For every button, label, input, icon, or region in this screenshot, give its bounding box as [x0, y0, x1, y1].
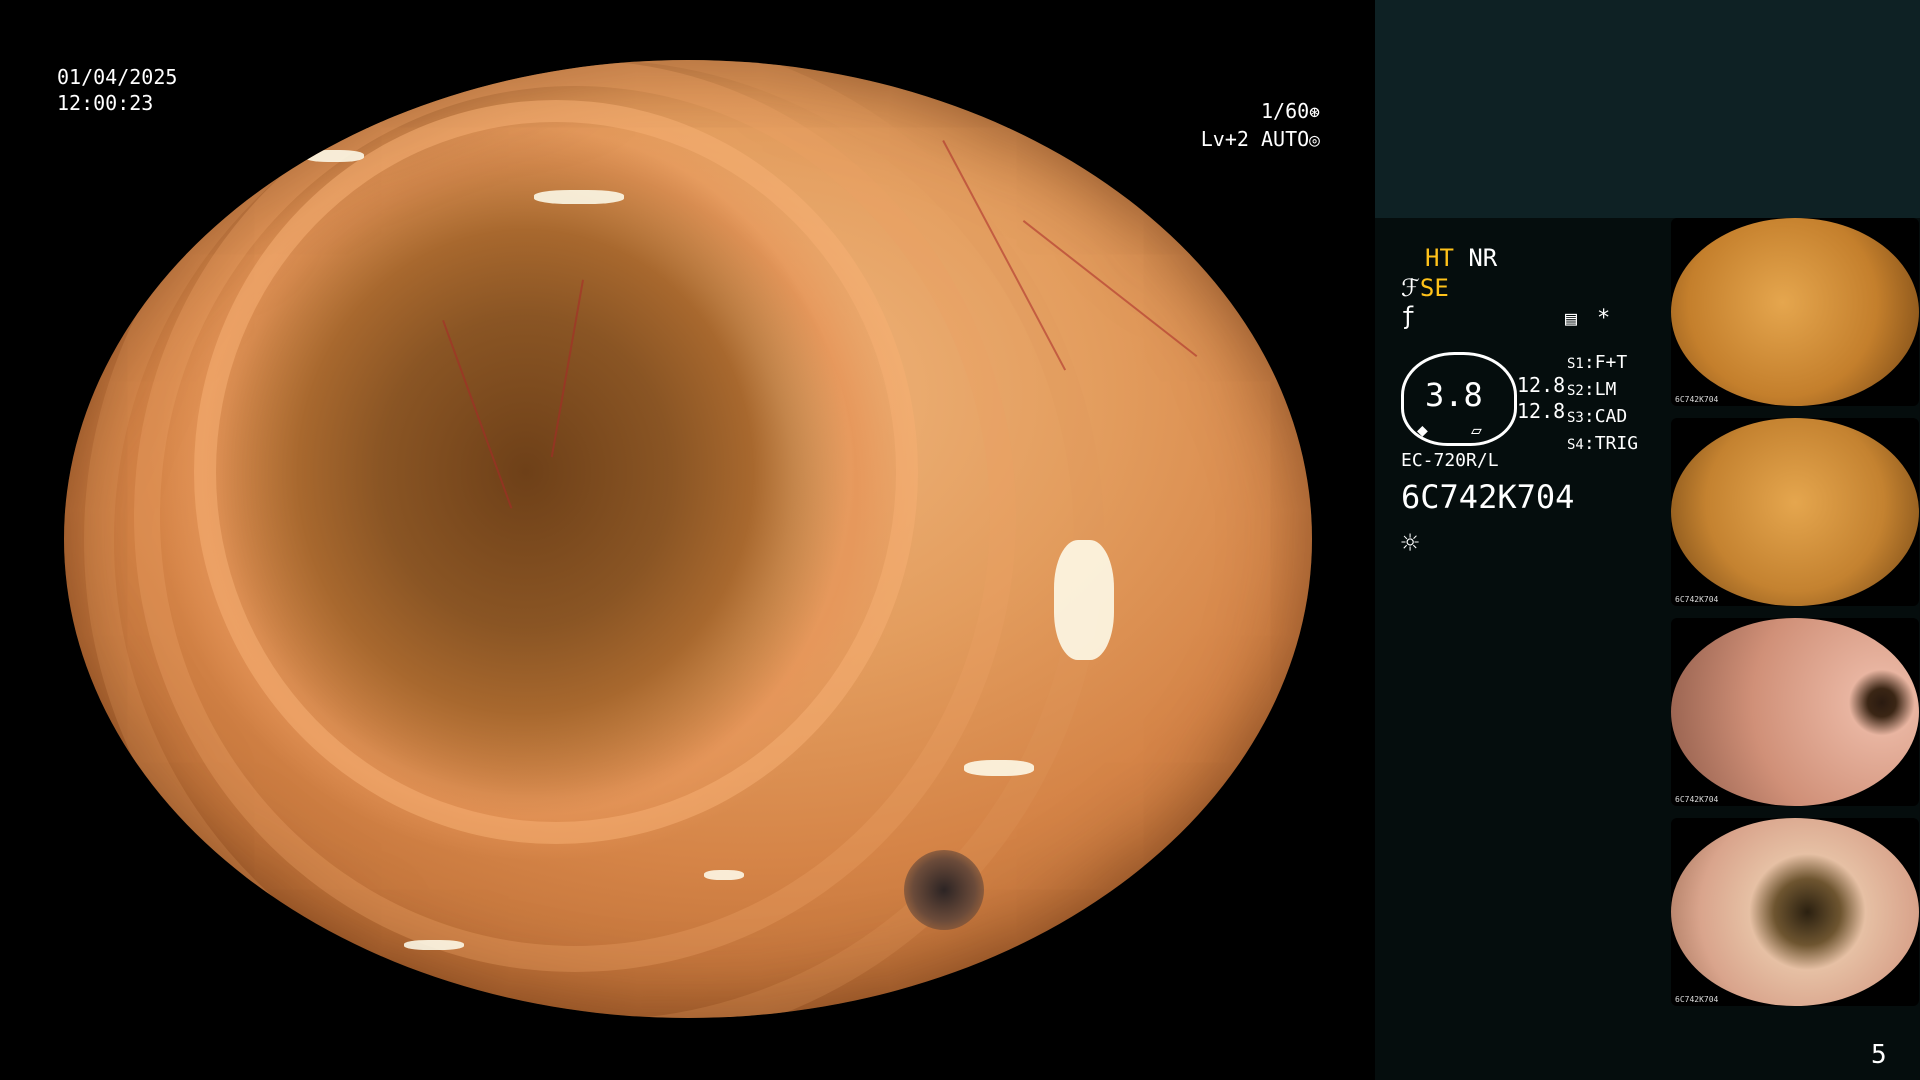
- sun-icon: ☼: [1401, 526, 1420, 561]
- switch-value: LM: [1594, 379, 1617, 400]
- specular-reflection: [304, 150, 364, 162]
- thumbnail-image: [1671, 418, 1919, 606]
- endoscope-live-view: 01/04/2025 12:00:23 1/60⊛ Lv+2 AUTO◎: [0, 0, 1375, 1080]
- specular-reflection: [964, 760, 1034, 776]
- date-time-display: 01/04/2025 12:00:23: [57, 64, 177, 116]
- thumbnail-1[interactable]: 6C742K704: [1671, 218, 1919, 406]
- specular-reflection: [404, 940, 464, 950]
- shutter-icon: ⊛: [1309, 102, 1320, 123]
- se-label: SE: [1419, 274, 1449, 302]
- ht-nr-row: HT NR: [1425, 244, 1497, 272]
- time-label: 12:00:23: [57, 91, 154, 115]
- gauge-readout-bottom: 12.8: [1517, 399, 1566, 423]
- thumbnail-caption: 6C742K704: [1675, 995, 1719, 1004]
- thumbnail-caption: 6C742K704: [1675, 795, 1719, 804]
- thumbnail-caption: 6C742K704: [1675, 595, 1719, 604]
- gauge-left-marker-icon: ◆: [1417, 420, 1428, 441]
- menu-icon: ▤: [1565, 306, 1578, 330]
- image-mask-bottom: [0, 1018, 1375, 1080]
- nr-label: NR: [1468, 244, 1498, 272]
- function-icon: ƒ: [1401, 302, 1416, 330]
- ht-label: HT: [1425, 244, 1454, 272]
- level-label: Lv+2: [1200, 127, 1249, 151]
- iris-icon: ◎: [1309, 130, 1320, 151]
- image-mask-top: [0, 0, 1375, 60]
- thumbnail-4[interactable]: 6C742K704: [1671, 818, 1919, 1006]
- page-number: 5: [1871, 1040, 1887, 1070]
- gauge-value: 3.8: [1425, 376, 1483, 414]
- shutter-label: 1/60: [1260, 99, 1310, 123]
- date-label: 01/04/2025: [57, 65, 178, 89]
- switch-value: TRIG: [1594, 433, 1639, 454]
- star-label: *: [1597, 306, 1611, 331]
- thumbnail-2[interactable]: 6C742K704: [1671, 418, 1919, 606]
- thumbnail-image: [1671, 818, 1919, 1006]
- mucosal-spot: [904, 850, 984, 930]
- specular-reflection: [1054, 540, 1114, 660]
- status-panel: HT NR ℱSE ƒ ▤ * 3.8 ◆ ▱ 12.8 12.8 S1:F+T…: [1375, 0, 1920, 1080]
- switch-key: S3: [1567, 410, 1584, 426]
- scope-serial: 6C742K704: [1401, 478, 1575, 516]
- thumbnail-caption: 6C742K704: [1675, 395, 1719, 404]
- structure-enhance-icon: ℱ: [1401, 274, 1420, 302]
- switch-key: S4: [1567, 437, 1584, 453]
- switch-value: F+T: [1594, 352, 1628, 373]
- se-row: ℱSE: [1401, 274, 1449, 302]
- auto-label: AUTO: [1260, 127, 1310, 151]
- gauge-readout-top: 12.8: [1517, 373, 1566, 397]
- gauge-readouts: 12.8 12.8: [1517, 372, 1565, 424]
- specular-reflection: [704, 870, 744, 880]
- exposure-display: 1/60⊛ Lv+2 AUTO◎: [1180, 98, 1320, 154]
- scope-model: EC-720R/L: [1401, 450, 1499, 471]
- endoscopic-image: [64, 60, 1312, 1018]
- status-panel-header: [1375, 0, 1920, 218]
- gauge-right-marker-icon: ▱: [1471, 420, 1482, 441]
- specular-reflection: [534, 190, 624, 204]
- thumbnail-image: [1671, 618, 1919, 806]
- switch-key: S2: [1567, 383, 1584, 399]
- switch-value: CAD: [1594, 406, 1628, 427]
- switch-assignments: S1:F+T S2:LM S3:CAD S4:TRIG: [1567, 352, 1639, 454]
- thumbnail-image: [1671, 218, 1919, 406]
- switch-key: S1: [1567, 356, 1584, 372]
- thumbnail-3[interactable]: 6C742K704: [1671, 618, 1919, 806]
